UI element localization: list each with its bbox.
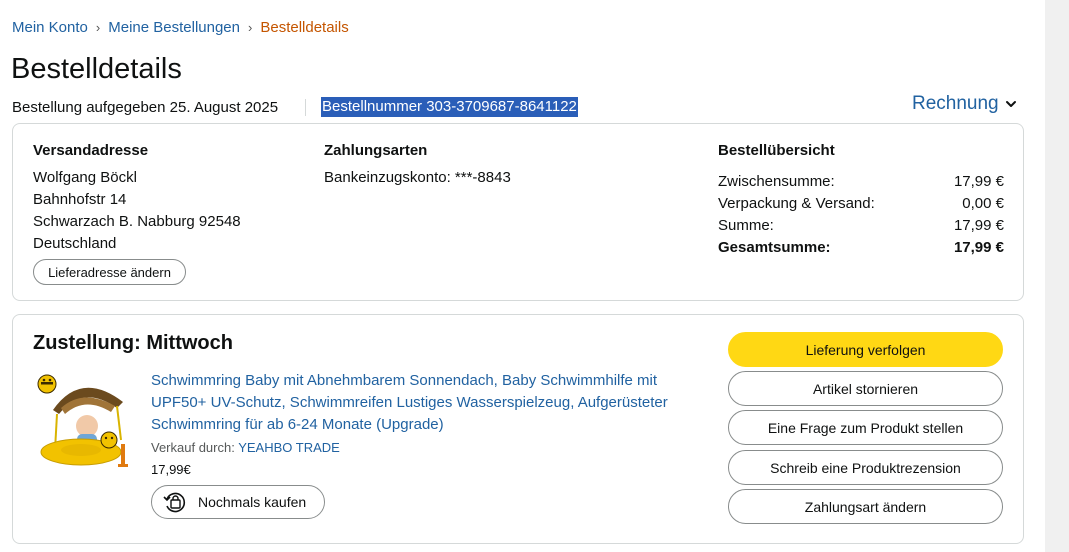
shipping-heading: Versandadresse <box>33 142 149 159</box>
change-address-button[interactable]: Lieferadresse ändern <box>33 259 186 285</box>
chevron-down-icon <box>1005 101 1016 107</box>
product-title-link[interactable]: Schwimmring Baby mit Abnehmbarem Sonnend… <box>151 370 711 436</box>
write-review-button[interactable]: Schreib eine Produktrezension <box>728 450 1003 485</box>
buy-again-button[interactable]: Nochmals kaufen <box>151 485 325 519</box>
delivery-card: Zustellung: Mittwoch Schwimmring Baby mi… <box>12 314 1024 544</box>
summary-heading: Bestellübersicht <box>718 142 835 159</box>
summary-value: 17,99 € <box>953 217 1004 234</box>
divider <box>305 99 306 116</box>
summary-row-total: Gesamtsumme: 17,99 € <box>718 239 1004 256</box>
breadcrumb-my-account[interactable]: Mein Konto <box>12 19 88 36</box>
payment-heading: Zahlungsarten <box>324 142 428 159</box>
summary-value: 17,99 € <box>953 173 1004 190</box>
page-title: Bestelldetails <box>11 53 182 85</box>
buy-again-icon <box>163 492 186 513</box>
summary-value: 17,99 € <box>953 239 1004 256</box>
summary-row-shipping: Verpackung & Versand: 0,00 € <box>718 195 1004 212</box>
order-date: Bestellung aufgegeben 25. August 2025 <box>12 99 279 116</box>
seller-prefix: Verkauf durch: <box>151 440 235 455</box>
shipping-name: Wolfgang Böckl <box>33 169 137 186</box>
ask-question-button[interactable]: Eine Frage zum Produkt stellen <box>728 410 1003 445</box>
summary-label: Summe: <box>718 217 774 234</box>
seller-link[interactable]: YEAHBO TRADE <box>238 440 340 455</box>
breadcrumb-separator: › <box>248 20 253 35</box>
summary-label: Verpackung & Versand: <box>718 195 875 212</box>
shipping-country: Deutschland <box>33 235 117 252</box>
page-scrollbar[interactable] <box>1045 0 1069 552</box>
breadcrumb-current: Bestelldetails <box>260 19 349 36</box>
payment-method: Bankeinzugskonto: ***-8843 <box>324 169 511 186</box>
seller-info: Verkauf durch: YEAHBO TRADE <box>151 440 340 455</box>
shipping-street: Bahnhofstr 14 <box>33 191 127 208</box>
invoice-label: Rechnung <box>912 93 999 114</box>
order-number[interactable]: Bestellnummer 303-3709687-8641122 <box>321 97 578 117</box>
cancel-item-button[interactable]: Artikel stornieren <box>728 371 1003 406</box>
summary-label: Gesamtsumme: <box>718 239 831 256</box>
breadcrumb: Mein Konto › Meine Bestellungen › Bestel… <box>12 19 349 36</box>
shipping-city: Schwarzach B. Nabburg 92548 <box>33 213 241 230</box>
summary-row-subtotal: Zwischensumme: 17,99 € <box>718 173 1004 190</box>
summary-row-sum: Summe: 17,99 € <box>718 217 1004 234</box>
order-info-card: Versandadresse Wolfgang Böckl Bahnhofstr… <box>12 123 1024 301</box>
product-image[interactable] <box>31 370 135 474</box>
breadcrumb-my-orders[interactable]: Meine Bestellungen <box>108 19 240 36</box>
summary-value: 0,00 € <box>962 195 1004 212</box>
change-payment-button[interactable]: Zahlungsart ändern <box>728 489 1003 524</box>
delivery-title: Zustellung: Mittwoch <box>33 332 233 354</box>
summary-label: Zwischensumme: <box>718 173 835 190</box>
track-delivery-button[interactable]: Lieferung verfolgen <box>728 332 1003 367</box>
breadcrumb-separator: › <box>95 20 101 35</box>
product-price: 17,99€ <box>151 462 191 477</box>
invoice-dropdown[interactable]: Rechnung <box>912 93 1017 115</box>
buy-again-label: Nochmals kaufen <box>198 494 307 510</box>
